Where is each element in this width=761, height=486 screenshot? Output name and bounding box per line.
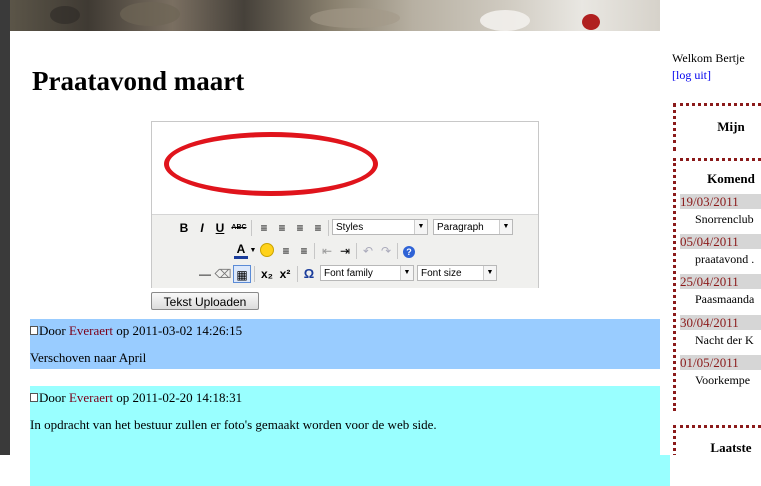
italic-button[interactable]: I (194, 219, 210, 237)
help-icon[interactable]: ? (401, 242, 417, 260)
styles-select[interactable]: Styles ▼ (332, 219, 428, 235)
page-edge (0, 0, 10, 455)
horizontal-rule-icon[interactable]: — (196, 265, 214, 283)
help-icon-glyph: ? (403, 246, 415, 258)
event-link[interactable]: Paasmaanda (695, 292, 754, 307)
event-date: 19/03/2011 (680, 194, 761, 209)
editor-toolbar: B I U ABC ≡ ≡ ≡ ≡ Styles ▼ Paragraph ▼ A… (152, 214, 538, 288)
comment-prefix: Door (39, 323, 69, 338)
upload-text-button[interactable]: Tekst Uploaden (151, 292, 259, 310)
comment-timestamp: op 2011-03-02 14:26:15 (113, 323, 243, 338)
event-date: 05/04/2011 (680, 234, 761, 249)
comment-item: Door Everaert op 2011-03-02 14:26:15 Ver… (30, 319, 670, 369)
format-select-label: Paragraph (437, 222, 484, 233)
comment-author-link[interactable]: Everaert (69, 390, 113, 405)
event-link[interactable]: Snorrenclub (695, 212, 754, 227)
subscript-button[interactable]: x₂ (258, 265, 276, 283)
page-title: Praatavond maart (32, 66, 245, 96)
font-size-select-label: Font size (421, 268, 462, 279)
special-character-button[interactable]: Ω (300, 265, 318, 283)
comment-header: Door Everaert op 2011-03-02 14:26:15 (30, 323, 242, 339)
table-icon[interactable]: ▦ (233, 265, 251, 283)
upcoming-events-title: Komend (707, 171, 755, 186)
header-banner-image (10, 0, 660, 31)
numbered-list-icon[interactable]: ≡ (295, 242, 313, 260)
font-size-select[interactable]: Font size ▼ (417, 265, 497, 281)
comment-text: Verschoven naar April (30, 350, 147, 365)
latest-box: Laatste (673, 425, 761, 455)
right-sidebar: Welkom Bertje [log uit] Mijn Komend 19/0… (660, 31, 761, 455)
styles-select-label: Styles (336, 222, 364, 233)
document-icon (30, 326, 38, 335)
align-right-icon[interactable]: ≡ (291, 219, 309, 237)
document-icon (30, 393, 38, 402)
comment-timestamp: op 2011-02-20 14:18:31 (113, 390, 243, 405)
event-date: 30/04/2011 (680, 315, 761, 330)
chevron-down-icon: ▼ (483, 266, 496, 280)
comment-prefix: Door (39, 390, 69, 405)
chevron-down-icon: ▼ (414, 220, 427, 234)
red-circle-annotation (164, 132, 378, 196)
font-family-select[interactable]: Font family ▼ (320, 265, 414, 281)
chevron-down-icon[interactable]: ▼ (249, 242, 257, 260)
chevron-down-icon: ▼ (400, 266, 413, 280)
undo-icon[interactable]: ↶ (359, 242, 377, 260)
chevron-down-icon: ▼ (499, 220, 512, 234)
event-link[interactable]: Nacht der K (695, 333, 754, 348)
eraser-icon[interactable]: ⌫ (214, 265, 232, 283)
comment-author-link[interactable]: Everaert (69, 323, 113, 338)
latest-box-title: Laatste (710, 440, 752, 455)
align-left-icon[interactable]: ≡ (255, 219, 273, 237)
bold-button[interactable]: B (176, 219, 192, 237)
bullet-list-icon[interactable]: ≡ (277, 242, 295, 260)
emoticon-icon[interactable] (258, 242, 276, 260)
superscript-button[interactable]: x² (276, 265, 294, 283)
strikethrough-button[interactable]: ABC (230, 219, 248, 237)
event-date: 25/04/2011 (680, 274, 761, 289)
comment-header: Door Everaert op 2011-02-20 14:18:31 (30, 390, 242, 406)
outdent-icon[interactable]: ⇤ (318, 242, 336, 260)
event-link[interactable]: Voorkempe (695, 373, 750, 388)
upcoming-events-box: Komend 19/03/2011 Snorrenclub 05/04/2011… (673, 158, 761, 411)
comment-text: In opdracht van het bestuur zullen er fo… (30, 417, 437, 432)
editor-text-area[interactable] (152, 122, 538, 213)
rich-text-editor[interactable]: B I U ABC ≡ ≡ ≡ ≡ Styles ▼ Paragraph ▼ A… (151, 121, 539, 288)
underline-button[interactable]: U (212, 219, 228, 237)
align-justify-icon[interactable]: ≡ (309, 219, 327, 237)
welcome-text: Welkom Bertje (672, 51, 745, 65)
event-date: 01/05/2011 (680, 355, 761, 370)
format-select[interactable]: Paragraph ▼ (433, 219, 513, 235)
my-box: Mijn (673, 103, 761, 151)
redo-icon[interactable]: ↷ (377, 242, 395, 260)
my-box-title: Mijn (717, 119, 745, 134)
logout-link[interactable]: [log uit] (672, 68, 711, 83)
indent-icon[interactable]: ⇥ (336, 242, 354, 260)
font-color-button[interactable]: A (234, 242, 248, 259)
font-family-select-label: Font family (324, 268, 373, 279)
main-content: Praatavond maart B I U ABC ≡ ≡ ≡ ≡ Style… (10, 31, 670, 486)
align-center-icon[interactable]: ≡ (273, 219, 291, 237)
comment-item: Door Everaert op 2011-02-20 14:18:31 In … (30, 386, 670, 486)
event-link[interactable]: praatavond . (695, 252, 754, 267)
